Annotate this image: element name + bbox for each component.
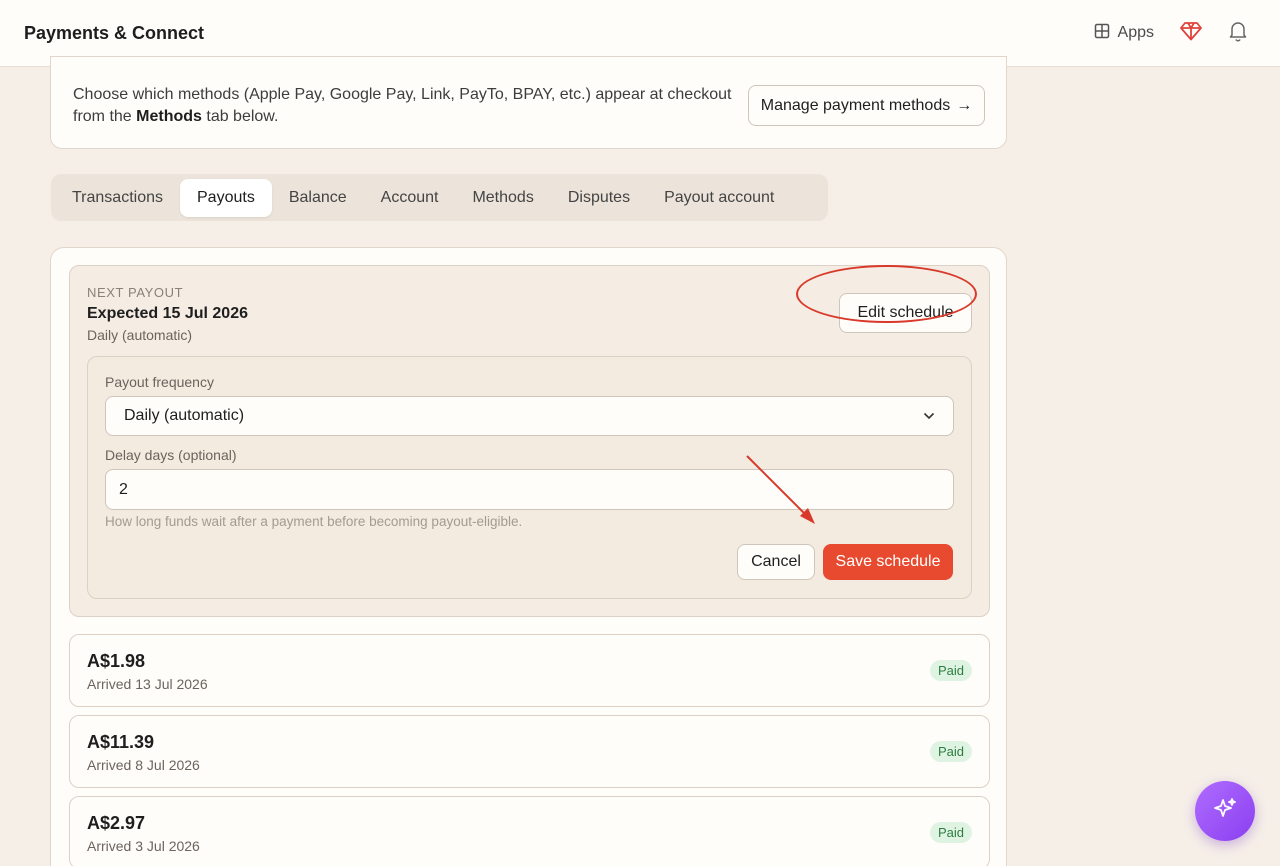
- apps-button[interactable]: Apps: [1094, 23, 1154, 44]
- save-schedule-button[interactable]: Save schedule: [823, 544, 953, 580]
- gem-icon: [1180, 21, 1202, 46]
- chevron-down-icon: [923, 407, 935, 425]
- methods-text-bold: Methods: [136, 108, 202, 125]
- manage-payment-methods-button[interactable]: Manage payment methods →: [748, 85, 985, 126]
- payout-frequency-select[interactable]: Daily (automatic): [105, 396, 954, 436]
- apps-label: Apps: [1117, 24, 1154, 41]
- payout-row[interactable]: A$2.97 Arrived 3 Jul 2026 Paid: [69, 796, 990, 866]
- notifications-button[interactable]: [1228, 20, 1248, 47]
- payout-row[interactable]: A$11.39 Arrived 8 Jul 2026 Paid: [69, 715, 990, 788]
- tab-payouts[interactable]: Payouts: [180, 178, 272, 217]
- next-payout-expected: Expected 15 Jul 2026: [87, 305, 248, 322]
- bell-icon: [1228, 20, 1248, 47]
- tab-methods[interactable]: Methods: [455, 179, 550, 217]
- next-payout-mode: Daily (automatic): [87, 327, 193, 343]
- cancel-button[interactable]: Cancel: [737, 544, 815, 580]
- status-badge: Paid: [929, 741, 972, 762]
- delay-days-hint: How long funds wait after a payment befo…: [105, 514, 523, 529]
- status-badge: Paid: [929, 660, 972, 681]
- payout-arrived-date: Arrived 13 Jul 2026: [87, 676, 208, 692]
- payout-arrived-date: Arrived 8 Jul 2026: [87, 757, 200, 773]
- arrow-right-icon: →: [956, 96, 973, 114]
- payout-amount: A$2.97: [87, 813, 146, 833]
- payout-amount: A$11.39: [87, 732, 155, 752]
- tab-balance[interactable]: Balance: [272, 179, 364, 217]
- top-actions: Apps: [1094, 20, 1256, 47]
- tab-payout-account[interactable]: Payout account: [647, 179, 791, 217]
- methods-text-part: tab below.: [201, 108, 279, 125]
- payout-frequency-value: Daily (automatic): [124, 407, 245, 424]
- tab-disputes[interactable]: Disputes: [551, 179, 647, 217]
- delay-days-input[interactable]: 2: [105, 469, 954, 510]
- edit-schedule-button[interactable]: Edit schedule: [839, 293, 972, 333]
- tab-bar: Transactions Payouts Balance Account Met…: [51, 174, 828, 221]
- payouts-panel: NEXT PAYOUT Expected 15 Jul 2026 Daily (…: [50, 247, 1007, 866]
- payout-arrived-date: Arrived 3 Jul 2026: [87, 838, 200, 854]
- sparkle-icon: [1212, 796, 1238, 827]
- payout-amount: A$1.98: [87, 651, 146, 671]
- tab-transactions[interactable]: Transactions: [55, 179, 180, 217]
- payout-row[interactable]: A$1.98 Arrived 13 Jul 2026 Paid: [69, 634, 990, 707]
- premium-button[interactable]: [1180, 21, 1202, 46]
- next-payout-section: NEXT PAYOUT Expected 15 Jul 2026 Daily (…: [69, 265, 990, 617]
- app-title: Payments & Connect: [24, 22, 205, 43]
- schedule-form: Payout frequency Daily (automatic) Delay…: [87, 356, 972, 599]
- payment-methods-description: Choose which methods (Apple Pay, Google …: [73, 84, 738, 128]
- status-badge: Paid: [929, 822, 972, 843]
- delay-days-label: Delay days (optional): [105, 447, 237, 463]
- manage-button-label: Manage payment methods: [760, 96, 951, 114]
- tab-account[interactable]: Account: [364, 179, 456, 217]
- assistant-button[interactable]: [1195, 781, 1255, 841]
- grid-icon: [1094, 23, 1110, 44]
- payment-methods-card: Choose which methods (Apple Pay, Google …: [50, 56, 1007, 149]
- payout-frequency-label: Payout frequency: [105, 374, 214, 390]
- next-payout-label: NEXT PAYOUT: [87, 285, 184, 300]
